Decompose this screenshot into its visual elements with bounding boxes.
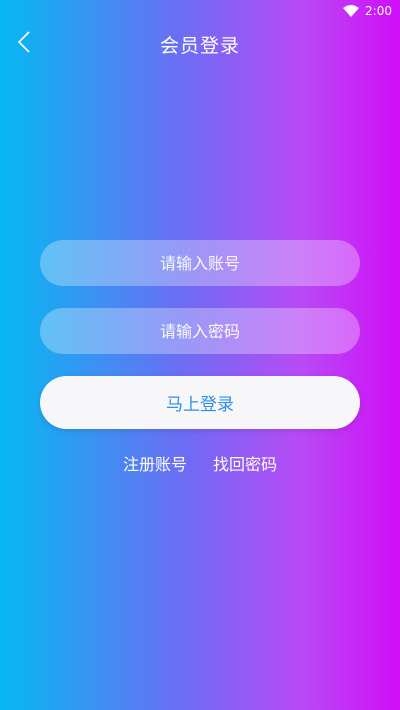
account-field-container — [40, 240, 360, 286]
back-button[interactable] — [8, 28, 40, 60]
password-field-container — [40, 308, 360, 354]
recover-password-link[interactable]: 找回密码 — [213, 451, 277, 475]
password-input[interactable] — [40, 308, 360, 354]
login-button[interactable]: 马上登录 — [40, 376, 360, 429]
account-input[interactable] — [40, 240, 360, 286]
status-bar: 2:00 — [0, 0, 400, 22]
chevron-left-icon — [17, 31, 31, 57]
login-screen: 2:00 会员登录 马上登录 注册账号 找回密码 — [0, 0, 400, 710]
status-time: 2:00 — [365, 4, 392, 18]
header: 会员登录 — [0, 24, 400, 64]
auth-links: 注册账号 找回密码 — [0, 451, 400, 475]
register-link[interactable]: 注册账号 — [123, 451, 187, 475]
wifi-icon — [343, 5, 360, 17]
page-title: 会员登录 — [159, 34, 240, 57]
